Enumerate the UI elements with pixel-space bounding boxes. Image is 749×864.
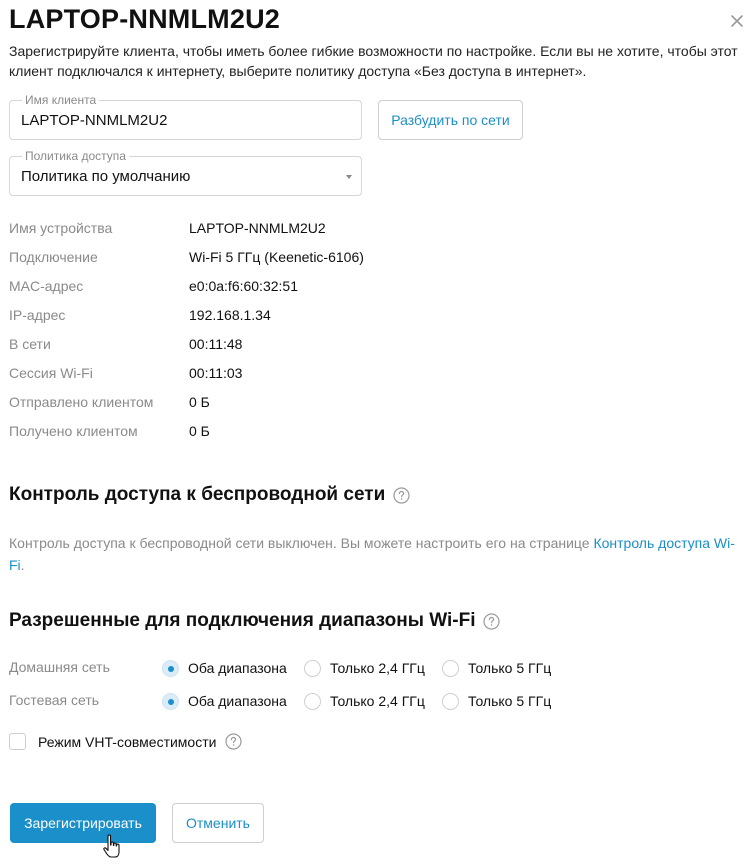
info-value: Wi-Fi 5 ГГц (Keenetic-6106) [189, 249, 364, 265]
info-key: Отправлено клиентом [9, 394, 154, 410]
radio-label: Оба диапазона [188, 693, 287, 709]
info-value: 00:11:03 [189, 365, 243, 381]
info-value: 00:11:48 [189, 336, 243, 352]
bands-title: Разрешенные для подключения диапазоны Wi… [9, 610, 476, 631]
hand-pointer-icon [103, 834, 120, 858]
info-key: MAC-адрес [9, 278, 84, 294]
radio-label: Оба диапазона [188, 660, 287, 676]
info-key: Имя устройства [9, 220, 113, 236]
guest-band-5g[interactable]: Только 5 ГГц [442, 690, 551, 712]
access-policy-label: Политика доступа [22, 149, 129, 163]
vht-compat-checkbox[interactable] [9, 733, 26, 750]
radio-unselected[interactable] [442, 692, 459, 710]
info-row-device-name: Имя устройства LAPTOP-NNMLM2U2 [9, 218, 509, 247]
cancel-button[interactable]: Отменить [172, 803, 264, 843]
info-value: 192.168.1.34 [189, 307, 271, 323]
wireless-access-note: Контроль доступа к беспроводной сети вык… [9, 532, 739, 576]
close-icon[interactable] [726, 10, 748, 32]
guest-band-2g[interactable]: Только 2,4 ГГц [304, 690, 425, 712]
info-row-online: В сети 00:11:48 [9, 334, 509, 363]
info-value: 0 Б [189, 394, 210, 410]
radio-label: Только 5 ГГц [468, 693, 552, 709]
wake-on-lan-button[interactable]: Разбудить по сети [378, 100, 523, 140]
home-band-both[interactable]: Оба диапазона [162, 657, 287, 679]
info-row-connection: Подключение Wi-Fi 5 ГГц (Keenetic-6106) [9, 247, 509, 276]
radio-unselected[interactable] [442, 659, 459, 677]
info-key: IP-адрес [9, 307, 66, 323]
wireless-access-heading: Контроль доступа к беспроводной сети [9, 484, 410, 506]
dialog-title: LAPTOP-NNMLM2U2 [9, 4, 281, 34]
radio-label: Только 2,4 ГГц [330, 660, 425, 676]
vht-compat-row: Режим VHT-совместимости [9, 733, 243, 750]
info-key: Получено клиентом [9, 423, 138, 439]
home-band-2g[interactable]: Только 2,4 ГГц [304, 657, 425, 679]
home-band-5g[interactable]: Только 5 ГГц [442, 657, 551, 679]
client-name-value: LAPTOP-NNMLM2U2 [21, 112, 168, 129]
radio-selected[interactable] [162, 659, 179, 677]
help-icon[interactable] [225, 733, 243, 750]
radio-unselected[interactable] [304, 692, 321, 710]
info-value: LAPTOP-NNMLM2U2 [189, 220, 326, 236]
info-row-received: Получено клиентом 0 Б [9, 421, 509, 450]
home-network-bands: Домашняя сеть Оба диапазона Только 2,4 Г… [9, 657, 749, 679]
info-value: e0:0a:f6:60:32:51 [189, 278, 298, 294]
register-button[interactable]: Зарегистрировать [10, 803, 156, 843]
client-info-list: Имя устройства LAPTOP-NNMLM2U2 Подключен… [9, 218, 509, 450]
vht-compat-label: Режим VHT-совместимости [38, 733, 217, 750]
info-key: Сессия Wi-Fi [9, 365, 93, 381]
chevron-down-icon [346, 175, 352, 179]
client-name-label: Имя клиента [22, 93, 100, 107]
client-name-field[interactable]: Имя клиента LAPTOP-NNMLM2U2 [9, 93, 362, 140]
help-icon[interactable] [483, 612, 501, 630]
info-row-mac: MAC-адрес e0:0a:f6:60:32:51 [9, 276, 509, 305]
info-row-sent: Отправлено клиентом 0 Б [9, 392, 509, 421]
guest-network-label: Гостевая сеть [9, 692, 100, 708]
info-key: Подключение [9, 249, 98, 265]
bands-heading: Разрешенные для подключения диапазоны Wi… [9, 610, 501, 632]
access-policy-select[interactable]: Политика доступа Политика по умолчанию [9, 149, 362, 196]
info-row-wifi-session: Сессия Wi-Fi 00:11:03 [9, 363, 509, 392]
access-policy-value: Политика по умолчанию [21, 168, 191, 185]
radio-label: Только 2,4 ГГц [330, 693, 425, 709]
radio-selected[interactable] [162, 692, 179, 710]
guest-band-both[interactable]: Оба диапазона [162, 690, 287, 712]
radio-unselected[interactable] [304, 659, 321, 677]
info-row-ip: IP-адрес 192.168.1.34 [9, 305, 509, 334]
info-key: В сети [9, 336, 51, 352]
help-icon[interactable] [393, 486, 410, 504]
wireless-access-note-end: . [20, 557, 25, 573]
wireless-access-note-text: Контроль доступа к беспроводной сети вык… [9, 535, 594, 551]
guest-network-bands: Гостевая сеть Оба диапазона Только 2,4 Г… [9, 690, 749, 712]
dialog-intro: Зарегистрируйте клиента, чтобы иметь бол… [9, 43, 738, 79]
info-value: 0 Б [189, 423, 210, 439]
home-network-label: Домашняя сеть [9, 659, 110, 675]
wireless-access-title: Контроль доступа к беспроводной сети [9, 484, 386, 505]
radio-label: Только 5 ГГц [468, 660, 552, 676]
